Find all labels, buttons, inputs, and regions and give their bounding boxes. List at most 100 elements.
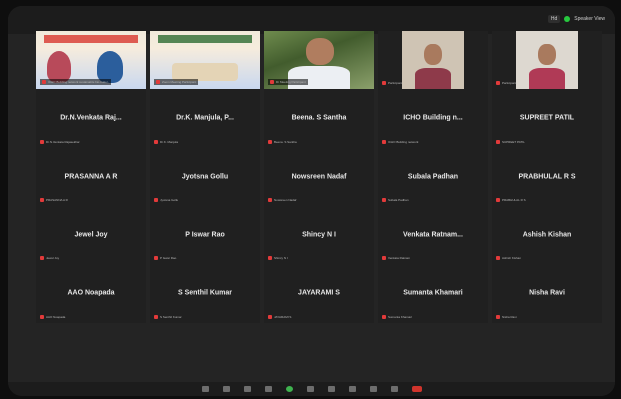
mic-off-icon [382,314,386,319]
mic-off-icon [382,81,386,86]
participant-tile[interactable]: Sumanta Khamari Sumanta Khamari [378,264,488,323]
video-tile[interactable]: ICHO Building network sustainable bio-ma… [36,31,146,90]
mic-off-icon [382,197,386,202]
encryption-shield-icon[interactable] [564,16,571,22]
participant-tile[interactable]: Shincy N I Shincy N I [264,205,374,265]
mic-off-icon [382,139,386,144]
tile-footer: Jyotsna Gollu [154,197,178,202]
participant-name: SUPREET PATIL [519,114,575,122]
participant-tile[interactable]: Dr.N.Venkata Raj... Dr.N.Venkata Rajasekh… [36,89,146,148]
participant-tile[interactable]: ICHO Building n... ICHO Building network [378,89,488,148]
tile-footer: Ashish Kishan [496,256,521,261]
apps-icon[interactable] [369,386,377,392]
participant-name: PRASANNA A R [64,173,118,181]
mute-icon[interactable] [201,386,209,392]
participant-tile[interactable]: PRABHULAL R S PRABHULAL R S [492,147,602,206]
tile-footer: Shincy N I [268,256,288,261]
tile-footer: Nisha Ravi [496,314,517,319]
tile-footer: PRASANNA A R [40,197,68,202]
mic-off-icon [496,197,500,202]
participant-tile[interactable]: Venkata Ratnam... Venkata Ratnam [378,205,488,265]
participant-tile[interactable]: Ashish Kishan Ashish Kishan [492,205,602,265]
participant-name: P Iswar Rao [185,231,225,239]
participant-name: S Senthil Kumar [177,289,233,297]
mic-off-icon [268,197,272,202]
participant-tile[interactable]: JAYARAMI S JAYARAMI S [264,264,374,323]
participant-tile[interactable]: PRASANNA A R PRASANNA A R [36,147,146,206]
view-switch-label[interactable]: Speaker View [574,16,605,22]
participant-tile[interactable]: Dr.K. Manjula, P... Dr.K. Manjula [150,89,260,148]
participant-name: Dr.N.Venkata Raj... [60,114,122,122]
participant-name: Nisha Ravi [529,289,565,297]
tile-footer: Beena. S Santha [268,139,297,144]
participant-tile[interactable]: SUPREET PATIL SUPREET PATIL [492,89,602,148]
top-bar: Hd Speaker View [8,6,615,34]
mic-off-icon [40,314,44,319]
participant-tile[interactable]: Beena. S Santha Beena. S Santha [264,89,374,148]
video-tile[interactable]: Dr Meeting Participant [264,31,374,90]
reactions-icon[interactable] [348,386,356,392]
video-feed [516,31,578,90]
mic-off-icon [268,314,272,319]
share-screen-icon[interactable] [306,386,314,392]
participant-tile[interactable]: S Senthil Kumar S Senthil Kumar [150,264,260,323]
participant-tile[interactable]: P Iswar Rao P Iswar Rao [150,205,260,265]
participant-tile[interactable]: AAO Noapada AAO Noapada [36,264,146,323]
more-icon[interactable] [390,386,398,392]
participant-name: Shincy N I [302,231,336,239]
participant-name: Venkata Ratnam... [403,231,463,239]
participant-name: Jewel Joy [74,231,108,239]
mic-off-icon [40,256,44,261]
mic-off-icon [154,197,158,202]
tile-footer: Jewel Joy [40,256,59,261]
video-tile[interactable]: Participant [492,31,602,90]
mic-off-icon [496,314,500,319]
participant-tile[interactable]: Jewel Joy Jewel Joy [36,205,146,265]
tile-footer: Participant [382,81,402,86]
tile-footer: JAYARAMI S [268,314,291,319]
tile-footer: Subala Padhan [382,197,409,202]
participant-tile[interactable]: Jyotsna Gollu Jyotsna Gollu [150,147,260,206]
mic-off-icon [40,197,44,202]
participant-tile[interactable]: Nowsreen Nadaf Nowsreen Nadaf [264,147,374,206]
mic-off-icon [268,256,272,261]
tile-footer: ICHO Building network [382,139,418,144]
chat-icon[interactable] [285,386,293,392]
participant-name: JAYARAMI S [298,289,340,297]
tile-footer: SUPREET PATIL [496,139,525,144]
video-tile[interactable]: Zoom Meeting Participant [150,31,260,90]
participant-name: Dr.K. Manjula, P... [176,114,234,122]
video-icon[interactable] [222,386,230,392]
participant-name: AAO Noapada [67,289,115,297]
tile-footer: S Senthil Kumar [154,314,182,319]
participant-grid: ICHO Building network sustainable bio-ma… [36,31,602,381]
tile-footer: Dr Meeting Participant [268,79,308,86]
participant-name: Ashish Kishan [522,231,572,239]
mic-off-icon [154,314,158,319]
participant-name: Nowsreen Nadaf [291,173,347,181]
tile-footer: PRABHULAL R S [496,197,526,202]
participants-icon[interactable] [264,386,272,392]
leave-icon[interactable] [411,386,422,392]
video-tile[interactable]: Participant [378,31,488,90]
meeting-toolbar [8,382,615,396]
mic-off-icon [496,256,500,261]
security-icon[interactable] [243,386,251,392]
participant-name: Sumanta Khamari [403,289,463,297]
mic-off-icon [156,80,160,85]
tile-footer: P Iswar Rao [154,256,176,261]
tile-footer: Dr.N.Venkata Rajasekhar [40,139,80,144]
record-icon[interactable] [327,386,335,392]
mic-off-icon [40,139,44,144]
participant-name: Subala Padhan [407,173,459,181]
mic-off-icon [268,139,272,144]
participant-name: ICHO Building n... [403,114,463,122]
tile-footer: Participant [496,81,516,86]
tile-footer: Nowsreen Nadaf [268,197,296,202]
mic-off-icon [496,139,500,144]
tile-footer: AAO Noapada [40,314,65,319]
participant-tile[interactable]: Nisha Ravi Nisha Ravi [492,264,602,323]
mic-off-icon [154,139,158,144]
participant-tile[interactable]: Subala Padhan Subala Padhan [378,147,488,206]
meeting-window: Hd Speaker View ICHO Building network su… [8,6,615,396]
